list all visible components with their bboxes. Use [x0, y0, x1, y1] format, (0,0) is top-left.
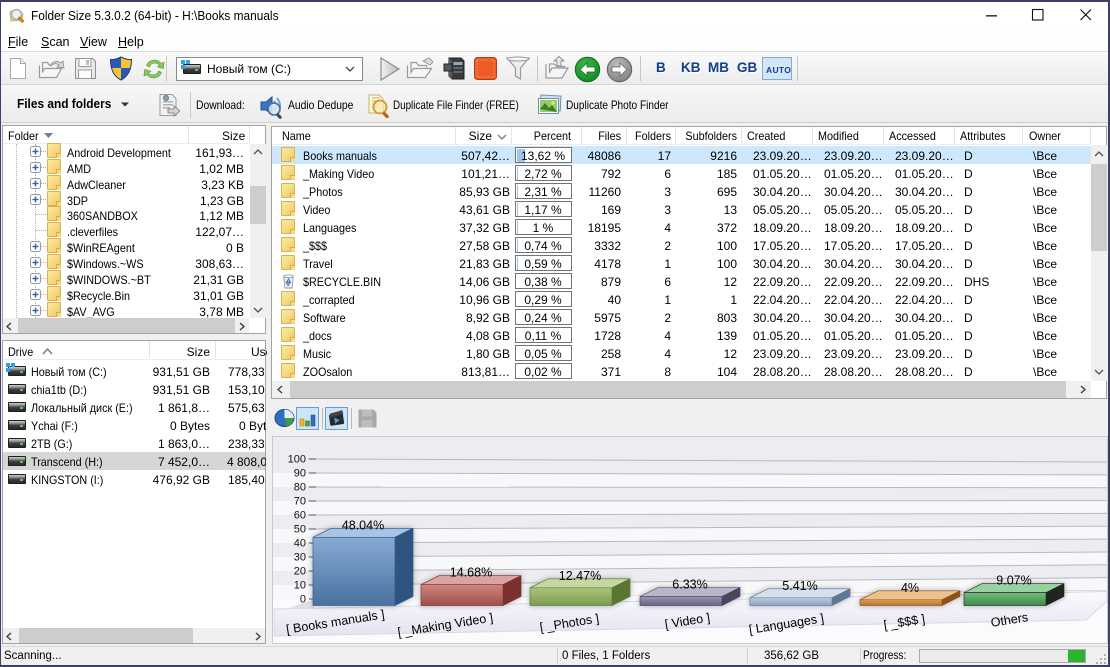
svg-text:30: 30	[294, 552, 306, 564]
svg-text:6.33%: 6.33%	[672, 578, 707, 592]
svg-text:70: 70	[294, 496, 306, 508]
svg-text:14.68%: 14.68%	[450, 566, 492, 580]
svg-text:5.41%: 5.41%	[782, 579, 817, 593]
svg-text:48.04%: 48.04%	[342, 518, 384, 532]
svg-text:50: 50	[294, 524, 306, 536]
svg-text:4%: 4%	[901, 581, 919, 595]
svg-text:80: 80	[294, 482, 306, 494]
svg-text:100: 100	[288, 454, 306, 466]
svg-text:12.47%: 12.47%	[559, 569, 601, 583]
svg-text:60: 60	[294, 510, 306, 522]
svg-text:40: 40	[294, 538, 306, 550]
svg-text:9.07%: 9.07%	[996, 574, 1031, 588]
svg-text:20: 20	[294, 566, 306, 578]
svg-text:0: 0	[300, 594, 306, 606]
svg-text:10: 10	[294, 580, 306, 592]
svg-text:90: 90	[294, 468, 306, 480]
